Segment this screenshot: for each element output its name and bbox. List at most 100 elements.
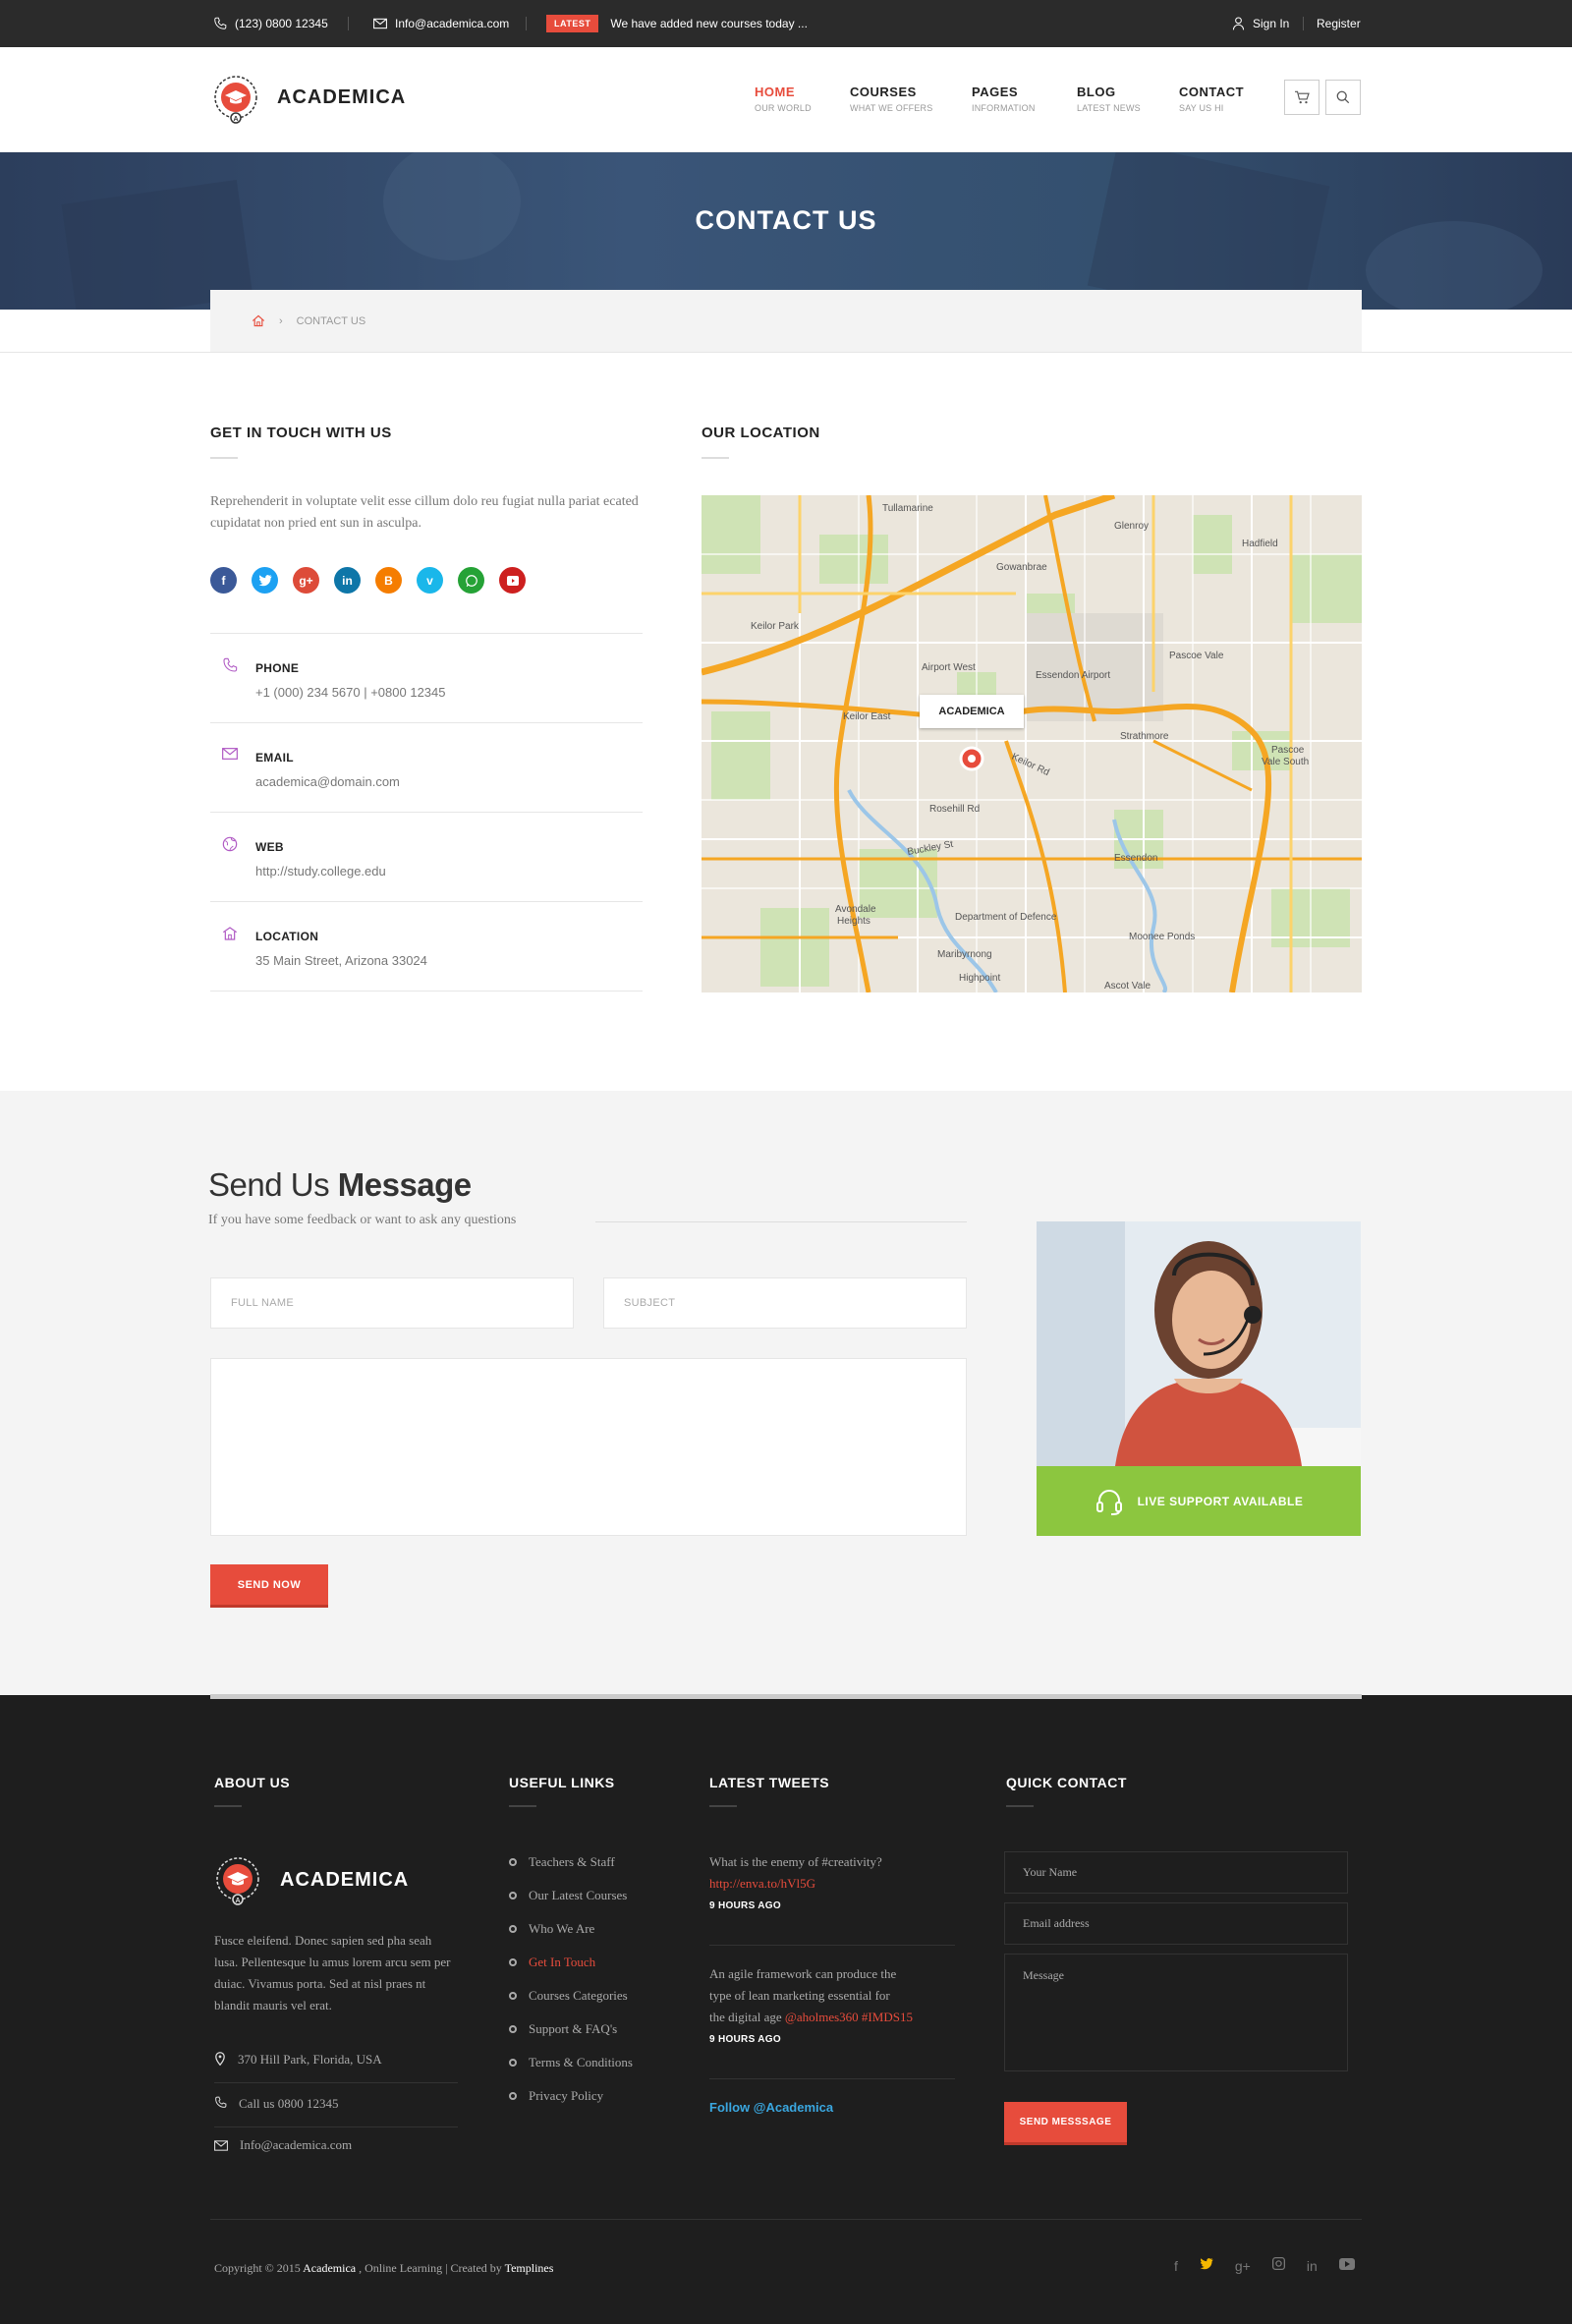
vimeo-icon[interactable]: v <box>417 567 443 594</box>
web-label: WEB <box>255 840 284 854</box>
contact-heading: GET IN TOUCH WITH US <box>210 425 392 441</box>
nav-courses[interactable]: COURSES WHAT WE OFFERS <box>850 85 932 113</box>
svg-text:Essendon: Essendon <box>1114 853 1157 864</box>
user-icon <box>1232 17 1245 30</box>
logo-emblem[interactable]: A <box>210 74 261 125</box>
bullet-icon <box>509 1892 517 1899</box>
facebook-icon[interactable]: f <box>210 567 237 594</box>
svg-text:Maribyrnong: Maribyrnong <box>937 949 992 960</box>
footer-message-textarea[interactable]: Message <box>1004 1954 1348 2071</box>
footer-social-icons: f g+ in <box>1174 2257 1355 2275</box>
heading-underline <box>1006 1805 1034 1807</box>
footer-email-input[interactable]: Email address <box>1004 1902 1348 1945</box>
tweet-link[interactable]: http://enva.to/hVl5G <box>709 1873 955 1895</box>
blogger-icon[interactable]: B <box>375 567 402 594</box>
link-label: Teachers & Staff <box>529 1854 615 1869</box>
whatsapp-icon[interactable] <box>458 567 484 594</box>
linkedin-icon[interactable]: in <box>334 567 361 594</box>
contact-row-location: LOCATION 35 Main Street, Arizona 33024 <box>210 901 643 992</box>
facebook-icon[interactable]: f <box>1174 2258 1178 2274</box>
topbar-phone[interactable]: (123) 0800 12345 <box>213 0 328 47</box>
nav-pages[interactable]: PAGES INFORMATION <box>972 85 1036 113</box>
copyright-brand[interactable]: Academica <box>303 2261 356 2275</box>
youtube-icon[interactable] <box>499 567 526 594</box>
tweets-heading: LATEST TWEETS <box>709 1775 830 1790</box>
footer-logo-text[interactable]: ACADEMICA <box>280 1869 409 1892</box>
subject-input[interactable]: SUBJECT <box>603 1277 967 1329</box>
logo-text[interactable]: ACADEMICA <box>277 86 406 109</box>
page-hero: CONTACT US <box>0 152 1572 310</box>
google-plus-icon[interactable]: g+ <box>1235 2258 1251 2274</box>
svg-text:Glenroy: Glenroy <box>1114 521 1149 532</box>
linkedin-icon[interactable]: in <box>1307 2258 1318 2274</box>
footer-address: 370 Hill Park, Florida, USA <box>214 2052 458 2083</box>
location-map[interactable]: Tullamarine Gowanbrae Glenroy Hadfield Kei… <box>702 495 1362 992</box>
link-label: Terms & Conditions <box>529 2055 633 2069</box>
footer-name-input[interactable]: Your Name <box>1004 1851 1348 1894</box>
footer-link-support[interactable]: Support & FAQ's <box>509 2021 617 2037</box>
footer-logo-emblem[interactable]: A <box>212 1855 263 1906</box>
google-plus-icon[interactable]: g+ <box>293 567 319 594</box>
home-icon[interactable] <box>252 314 265 327</box>
web-value[interactable]: http://study.college.edu <box>255 864 386 879</box>
topbar-latest[interactable]: LATEST We have added new courses today .… <box>546 0 808 47</box>
top-bar: (123) 0800 12345 Info@academica.com LATE… <box>0 0 1572 47</box>
nav-blog[interactable]: BLOG LATEST NEWS <box>1077 85 1141 113</box>
register-link[interactable]: Register <box>1317 0 1361 47</box>
message-title-light: Send Us <box>208 1166 338 1203</box>
search-button[interactable] <box>1325 80 1361 115</box>
tweet-text: the digital age <box>709 2010 785 2024</box>
nav-blog-title: BLOG <box>1077 85 1116 99</box>
footer-link-privacy[interactable]: Privacy Policy <box>509 2088 603 2104</box>
contact-row-web: WEB http://study.college.edu <box>210 812 643 900</box>
footer-email[interactable]: Info@academica.com <box>214 2137 352 2153</box>
search-icon <box>1336 90 1350 104</box>
twitter-icon[interactable] <box>1200 2257 1213 2275</box>
svg-text:Heights: Heights <box>837 916 870 927</box>
footer-link-teachers[interactable]: Teachers & Staff <box>509 1854 615 1870</box>
latest-news-text[interactable]: We have added new courses today ... <box>610 17 808 30</box>
full-name-input[interactable]: FULL NAME <box>210 1277 574 1329</box>
send-message-button[interactable]: SEND MESSSAGE <box>1004 2102 1127 2145</box>
phone-value[interactable]: +1 (000) 234 5670 | +0800 12345 <box>255 685 446 700</box>
email-label: EMAIL <box>255 751 294 765</box>
footer-link-categories[interactable]: Courses Categories <box>509 1988 628 2004</box>
live-support-banner[interactable]: LIVE SUPPORT AVAILABLE <box>1037 1466 1361 1536</box>
map-pin-icon <box>959 746 984 771</box>
footer-link-courses[interactable]: Our Latest Courses <box>509 1888 627 1903</box>
svg-text:Keilor East: Keilor East <box>843 711 891 722</box>
nav-contact[interactable]: CONTACT SAY US HI <box>1179 85 1244 113</box>
send-now-button[interactable]: SEND NOW <box>210 1564 328 1608</box>
copyright: Copyright © 2015 Academica , Online Lear… <box>214 2261 553 2276</box>
map-marker-label[interactable]: ACADEMICA <box>920 695 1024 728</box>
topbar-email[interactable]: Info@academica.com <box>373 0 509 47</box>
link-label: Get In Touch <box>529 1955 596 1969</box>
svg-text:Hadfield: Hadfield <box>1242 538 1278 549</box>
instagram-icon[interactable] <box>1271 2257 1285 2275</box>
youtube-icon[interactable] <box>1338 2257 1355 2275</box>
email-value[interactable]: academica@domain.com <box>255 774 400 789</box>
cart-button[interactable] <box>1284 80 1319 115</box>
footer-link-get-in-touch[interactable]: Get In Touch <box>509 1955 595 1970</box>
nav-home[interactable]: HOME OUR WORLD <box>755 85 812 113</box>
phone-icon <box>214 17 227 29</box>
sign-in-link[interactable]: Sign In <box>1232 0 1289 47</box>
map-pin-icon <box>215 2052 225 2066</box>
envelope-icon <box>222 747 240 765</box>
footer-phone[interactable]: Call us 0800 12345 <box>214 2096 458 2127</box>
headset-icon <box>1095 1489 1122 1515</box>
heading-underline <box>702 457 729 459</box>
follow-link[interactable]: Follow @Academica <box>709 2100 833 2115</box>
bullet-icon <box>509 1858 517 1866</box>
nav-home-sub: OUR WORLD <box>755 103 812 113</box>
footer-link-who-we-are[interactable]: Who We Are <box>509 1921 594 1937</box>
copyright-author[interactable]: Templines <box>505 2261 554 2275</box>
svg-text:Essendon Airport: Essendon Airport <box>1036 670 1110 681</box>
tweet-link[interactable]: @aholmes360 #IMDS15 <box>785 2010 913 2024</box>
message-textarea[interactable] <box>210 1358 967 1536</box>
useful-links-heading: USEFUL LINKS <box>509 1775 615 1790</box>
bullet-icon <box>509 1958 517 1966</box>
nav-contact-title: CONTACT <box>1179 85 1245 99</box>
twitter-icon[interactable] <box>252 567 278 594</box>
footer-link-terms[interactable]: Terms & Conditions <box>509 2055 633 2070</box>
